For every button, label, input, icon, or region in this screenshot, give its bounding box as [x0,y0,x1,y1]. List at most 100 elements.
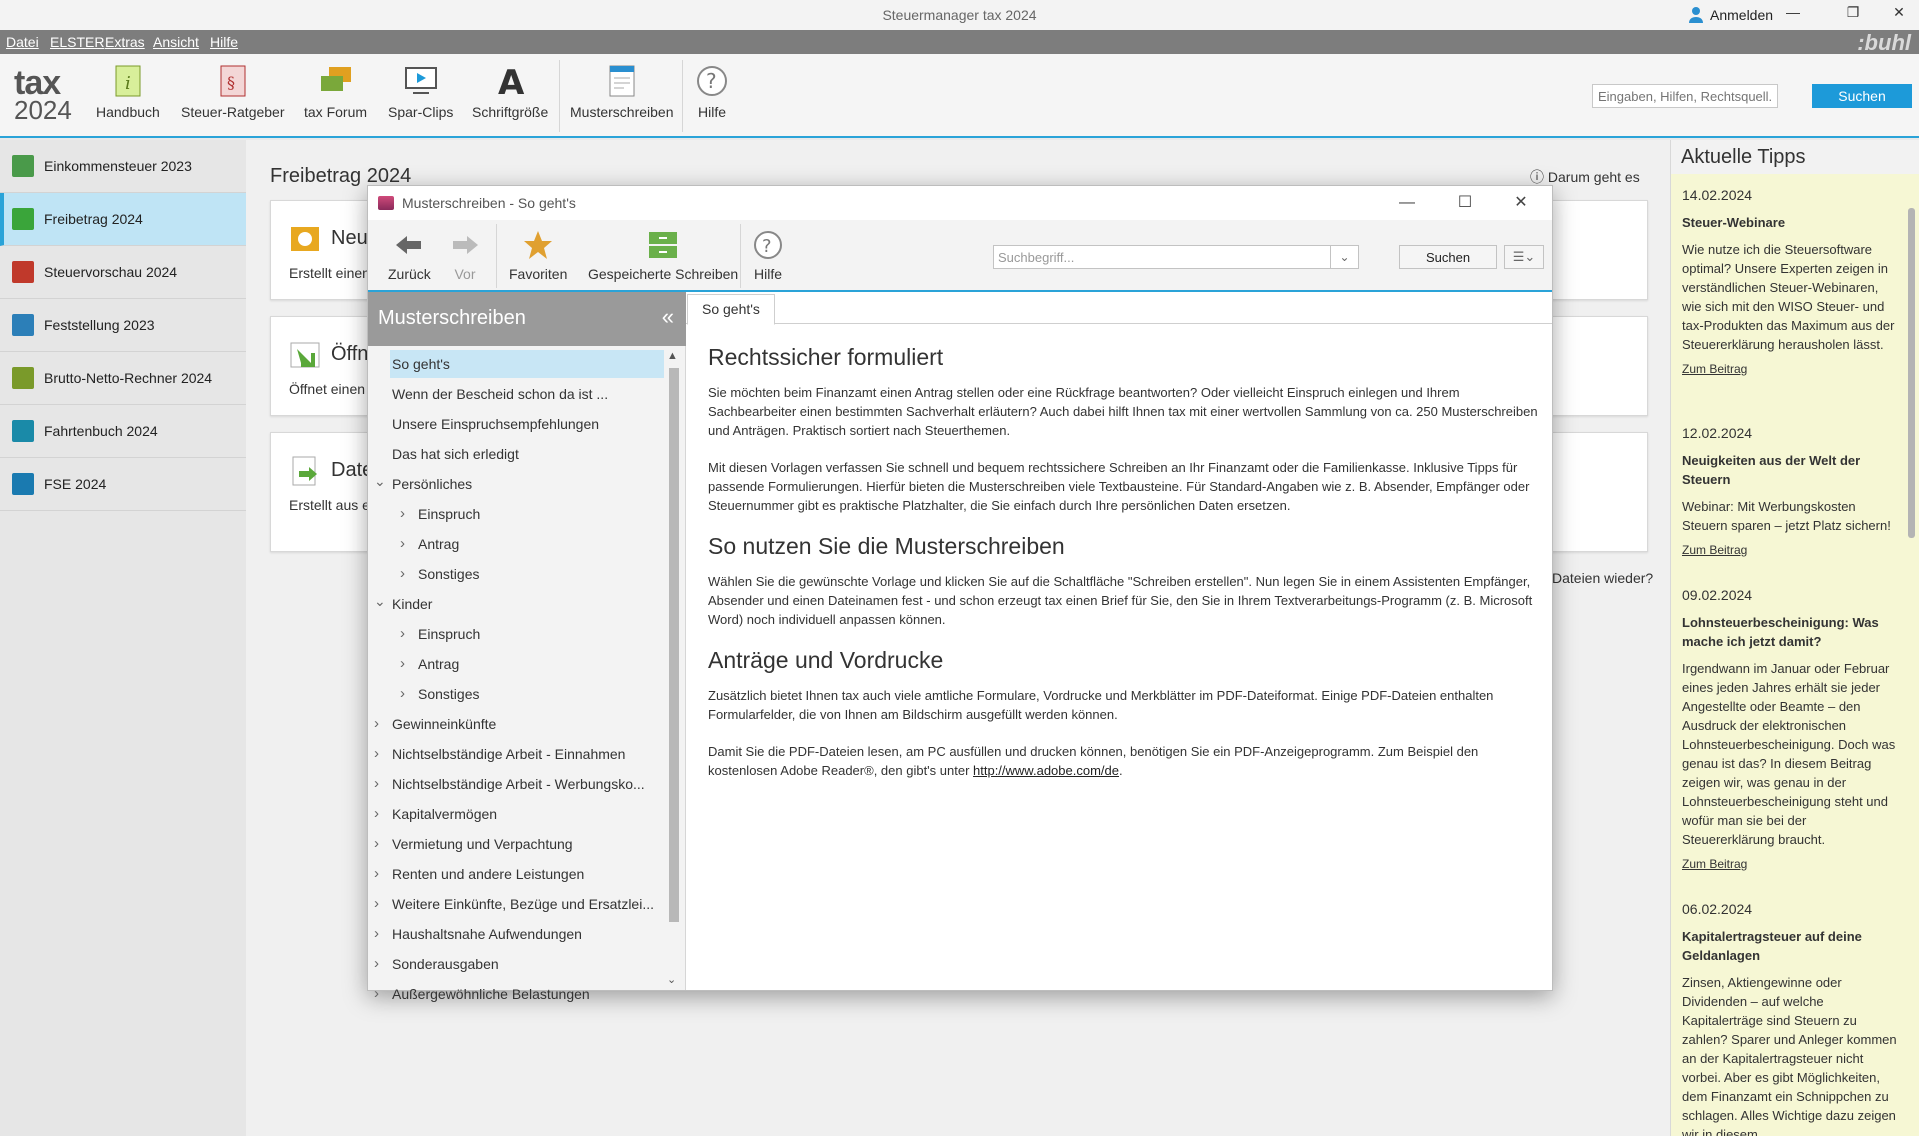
tab-so-gehts[interactable]: So geht's [687,294,775,325]
open-file-icon [290,342,320,368]
dialog-toolbar: Zurück Vor Favoriten Gespeicherte Schrei… [368,220,1552,292]
chevron-right-icon[interactable]: › [374,920,379,948]
minimize-button[interactable]: — [1770,4,1816,26]
forecast-icon [12,261,34,283]
chevron-right-icon[interactable]: › [374,980,379,1008]
menu-datei[interactable]: Datei [6,34,39,50]
help-icon: ? [754,231,782,259]
tree-item[interactable]: › Antrag [368,650,664,678]
steuer-ratgeber-button[interactable]: § Steuer-Ratgeber [181,64,285,120]
tree-item[interactable]: › Außergewöhnliche Belastungen [368,980,664,1008]
chevron-right-icon[interactable]: › [374,860,379,888]
chevron-right-icon[interactable]: › [374,710,379,738]
back-button[interactable]: Zurück [388,230,431,282]
maximize-button[interactable]: ❐ [1830,4,1876,26]
chevron-right-icon[interactable]: › [374,830,379,858]
collapse-icon[interactable]: « [662,304,674,330]
chevron-right-icon[interactable]: › [400,650,405,678]
nav-freibetrag-2024[interactable]: Freibetrag 2024 [0,193,246,246]
scroll-thumb[interactable] [669,368,679,922]
darum-geht-es-link[interactable]: ⓘ Darum geht es [1530,167,1640,187]
tree-scrollbar[interactable]: ▲ ⌄ [667,350,681,986]
tree-item[interactable]: › Nichtselbständige Arbeit - Werbungsko..… [368,770,664,798]
tree-item[interactable]: › Kapitalvermögen [368,800,664,828]
chevron-down-icon[interactable]: ⌄ [374,587,386,615]
law-book-icon: § [220,65,246,97]
chevron-right-icon[interactable]: › [374,890,379,918]
scroll-up-icon[interactable]: ▲ [667,350,678,362]
handbuch-button[interactable]: i Handbuch [96,64,160,120]
tip-link[interactable]: Zum Beitrag [1682,541,1900,560]
tree-item[interactable]: › Weitere Einkünfte, Bezüge und Ersatzlei… [368,890,664,918]
dialog-maximize-button[interactable]: ☐ [1442,190,1488,216]
menu-hilfe[interactable]: Hilfe [210,34,238,50]
nav-fahrtenbuch-2024[interactable]: Fahrtenbuch 2024 [0,405,246,458]
close-button[interactable]: ✕ [1876,4,1919,26]
nav-brutto-netto-rechner-2024[interactable]: Brutto-Netto-Rechner 2024 [0,352,246,405]
tree-item[interactable]: Das hat sich erledigt [368,440,664,468]
global-search-input[interactable] [1592,84,1778,108]
chevron-right-icon[interactable]: › [400,620,405,648]
login-button[interactable]: Anmelden [1688,6,1773,24]
nav-einkommensteuer-2023[interactable]: Einkommensteuer 2023 [0,140,246,193]
tree-item[interactable]: ⌄ Persönliches [368,470,664,498]
musterschreiben-button[interactable]: Musterschreiben [570,64,674,120]
chevron-right-icon[interactable]: › [374,950,379,978]
tree-item[interactable]: › Sonstiges [368,560,664,588]
nav-steuervorschau-2024[interactable]: Steuervorschau 2024 [0,246,246,299]
scroll-down-icon[interactable]: ⌄ [667,973,676,986]
tree-item[interactable]: › Gewinneinkünfte [368,710,664,738]
chevron-right-icon[interactable]: › [400,560,405,588]
favorites-button[interactable]: Favoriten [509,230,567,282]
tip-text: Wie nutze ich die Steuersoftware optimal… [1682,242,1895,352]
tree-item[interactable]: › Nichtselbständige Arbeit - Einnahmen [368,740,664,768]
chevron-down-icon[interactable]: ⌄ [1330,246,1358,268]
chevron-down-icon[interactable]: ⌄ [374,467,386,495]
menu-elster[interactable]: ELSTER [50,34,104,50]
tip-link[interactable]: Zum Beitrag [1682,855,1900,874]
dialog-search-input[interactable]: Suchbegriff... [998,250,1074,265]
tree-item[interactable]: ⌄ Kinder [368,590,664,618]
spar-clips-button[interactable]: Spar-Clips [388,64,453,120]
forward-button[interactable]: Vor [452,230,478,282]
tip-title: Lohnsteuerbescheinigung: Was mache ich j… [1682,615,1879,649]
schriftgroesse-button[interactable]: A Schriftgröße [472,64,548,120]
tip-date: 12.02.2024 [1682,425,1753,441]
saved-letters-button[interactable]: Gespeicherte Schreiben [588,230,738,282]
tips-scrollbar[interactable] [1907,208,1915,1136]
tree-item[interactable]: › Vermietung und Verpachtung [368,830,664,858]
tree-item[interactable]: Unsere Einspruchsempfehlungen [368,410,664,438]
chevron-right-icon[interactable]: › [374,770,379,798]
dialog-search-combobox[interactable]: Suchbegriff... ⌄ [993,245,1359,269]
tree-item[interactable]: Wenn der Bescheid schon da ist ... [368,380,664,408]
global-search-button[interactable]: Suchen [1812,84,1912,108]
chevron-right-icon[interactable]: › [374,740,379,768]
tree-item[interactable]: › Einspruch [368,500,664,528]
tree-item[interactable]: › Haushaltsnahe Aufwendungen [368,920,664,948]
nav-feststellung-2023[interactable]: Feststellung 2023 [0,299,246,352]
hilfe-button[interactable]: ? Hilfe [695,64,729,120]
tip-link[interactable]: Zum Beitrag [1682,360,1900,379]
tree-item[interactable]: › Sonstiges [368,680,664,708]
tree-item[interactable]: › Antrag [368,530,664,558]
dialog-minimize-button[interactable]: — [1384,190,1430,216]
chevron-right-icon[interactable]: › [400,500,405,528]
tree-item[interactable]: So geht's [390,350,664,378]
chevron-right-icon[interactable]: › [400,680,405,708]
dialog-help-button[interactable]: ? Hilfe [753,230,783,282]
tax-forum-button[interactable]: tax Forum [304,64,367,120]
tree-item[interactable]: › Einspruch [368,620,664,648]
chevron-right-icon[interactable]: › [374,800,379,828]
menu-extras[interactable]: Extras [105,34,145,50]
dialog-menu-button[interactable]: ☰⌄ [1504,245,1544,269]
dialog-close-button[interactable]: ✕ [1498,190,1544,216]
tree-header: Musterschreiben « [368,292,686,346]
tree-item[interactable]: › Sonderausgaben [368,950,664,978]
dialog-search-button[interactable]: Suchen [1399,245,1497,269]
chevron-right-icon[interactable]: › [400,530,405,558]
nav-fse-2024[interactable]: FSE 2024 [0,458,246,511]
menu-ansicht[interactable]: Ansicht [153,34,199,50]
scroll-thumb[interactable] [1908,208,1915,538]
tree-item[interactable]: › Renten und andere Leistungen [368,860,664,888]
adobe-link[interactable]: http://www.adobe.com/de [973,763,1119,778]
